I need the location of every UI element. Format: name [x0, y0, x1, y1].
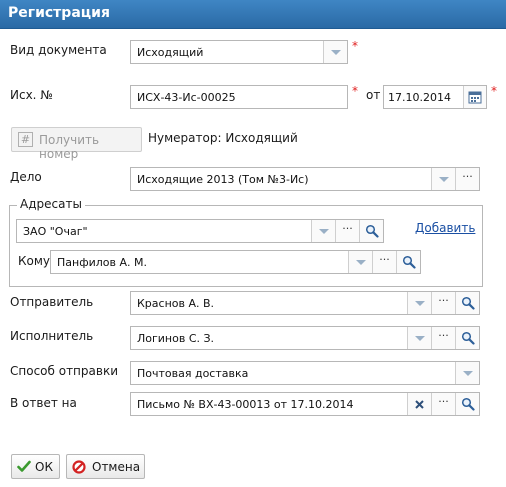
dropdown-icon[interactable]	[323, 41, 347, 63]
date-value: 17.10.2014	[388, 91, 451, 104]
required-mark: *	[352, 84, 358, 98]
search-icon[interactable]	[455, 292, 479, 314]
out-number-value: ИСХ-43-Ис-00025	[137, 91, 236, 104]
dropdown-icon[interactable]	[348, 251, 372, 273]
dropdown-icon[interactable]	[311, 220, 335, 242]
dropdown-icon[interactable]	[407, 292, 431, 314]
in-reply-to-label: В ответ на	[10, 396, 77, 410]
numerator-label: Нумератор: Исходящий	[148, 131, 298, 145]
out-number-label: Исх. №	[10, 88, 53, 102]
clear-icon[interactable]	[407, 393, 431, 415]
to-whom-select[interactable]: Панфилов А. М. ···	[50, 250, 421, 274]
send-method-select[interactable]: Почтовая доставка	[130, 361, 480, 385]
ok-label: ОК	[35, 460, 53, 474]
required-mark: *	[352, 39, 358, 53]
ok-button[interactable]: ОК	[11, 454, 60, 479]
doc-type-label: Вид документа	[10, 43, 107, 57]
ellipsis-icon[interactable]: ···	[431, 393, 455, 415]
cancel-button[interactable]: Отмена	[66, 454, 145, 479]
window-title: Регистрация	[8, 5, 110, 21]
ellipsis-icon[interactable]: ···	[335, 220, 359, 242]
ellipsis-icon[interactable]: ···	[372, 251, 396, 273]
from-label: от	[366, 88, 381, 102]
case-value: Исходящие 2013 (Том №3-Ис)	[137, 173, 309, 186]
ellipsis-icon[interactable]: ···	[431, 292, 455, 314]
search-icon[interactable]	[455, 393, 479, 415]
out-number-input[interactable]: ИСХ-43-Ис-00025	[130, 85, 348, 109]
get-number-label: Получить номер	[39, 133, 100, 161]
get-number-button[interactable]: # Получить номер	[11, 127, 142, 161]
hash-icon: #	[18, 132, 33, 147]
to-whom-value: Панфилов А. М.	[57, 256, 148, 269]
dropdown-icon[interactable]	[431, 168, 455, 190]
to-whom-label: Кому	[18, 254, 51, 268]
executor-value: Логинов С. З.	[137, 332, 215, 345]
sender-select[interactable]: Краснов А. В. ···	[130, 291, 480, 315]
addressees-legend: Адресаты	[17, 197, 85, 211]
addressee-org-select[interactable]: ЗАО "Очаг" ···	[16, 219, 384, 243]
search-icon[interactable]	[359, 220, 383, 242]
doc-type-select[interactable]: Исходящий	[130, 40, 348, 64]
dropdown-icon[interactable]	[407, 327, 431, 349]
addressee-org-value: ЗАО "Очаг"	[23, 225, 88, 238]
send-method-label: Способ отправки	[10, 364, 118, 378]
date-input[interactable]: 17.10.2014	[383, 85, 487, 109]
addressees-group	[9, 205, 483, 287]
ellipsis-icon[interactable]: ···	[431, 327, 455, 349]
doc-type-value: Исходящий	[137, 46, 204, 59]
check-icon	[17, 460, 31, 476]
required-mark: *	[491, 84, 497, 98]
cancel-label: Отмена	[92, 460, 141, 474]
sender-value: Краснов А. В.	[137, 297, 215, 310]
calendar-icon[interactable]	[463, 86, 486, 108]
in-reply-to-select[interactable]: Письмо № ВХ-43-00013 от 17.10.2014 ···	[130, 392, 480, 416]
in-reply-to-value: Письмо № ВХ-43-00013 от 17.10.2014	[137, 398, 354, 411]
case-select[interactable]: Исходящие 2013 (Том №3-Ис) ···	[130, 167, 480, 191]
cancel-icon	[72, 460, 86, 477]
title-bar: Регистрация	[0, 0, 506, 29]
sender-label: Отправитель	[10, 295, 94, 309]
add-addressee-link[interactable]: Добавить	[415, 221, 475, 235]
dropdown-icon[interactable]	[455, 362, 479, 384]
search-icon[interactable]	[455, 327, 479, 349]
send-method-value: Почтовая доставка	[137, 367, 249, 380]
ellipsis-icon[interactable]: ···	[455, 168, 479, 190]
case-label: Дело	[10, 170, 42, 184]
executor-label: Исполнитель	[10, 329, 94, 343]
executor-select[interactable]: Логинов С. З. ···	[130, 326, 480, 350]
search-icon[interactable]	[396, 251, 420, 273]
